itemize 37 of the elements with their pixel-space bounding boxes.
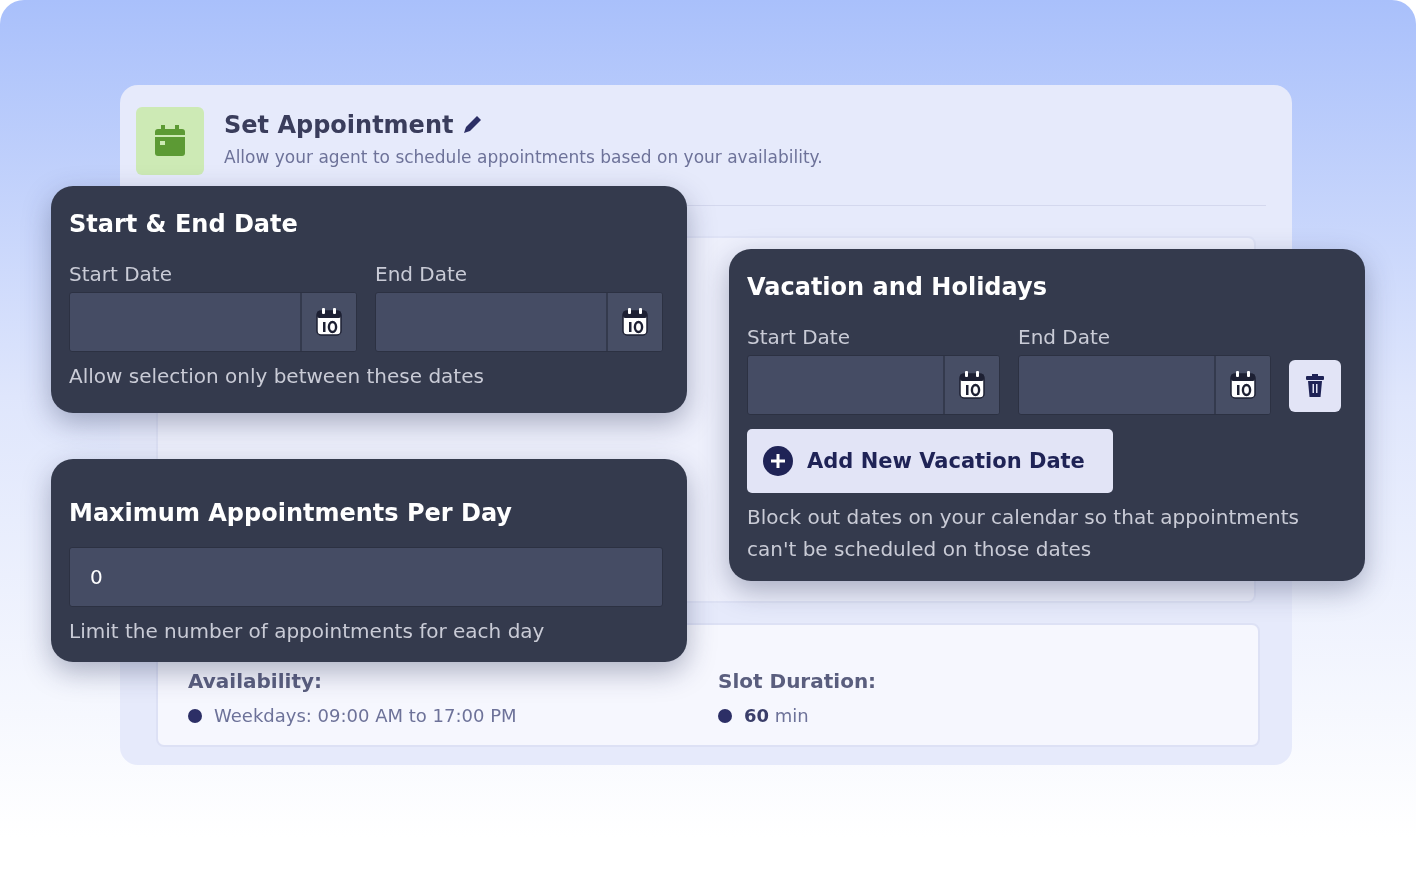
field-label: End Date [375,262,469,286]
calendar-button[interactable] [606,293,662,351]
date-field[interactable] [69,292,357,352]
bullet-icon [718,708,732,723]
add-vacation-button[interactable]: Add New Vacation Date [747,429,1113,493]
bullet-icon [188,708,202,723]
field-label: Start Date [69,262,174,286]
summary-value: Weekdays: 09:00 AM to 17:00 PM [214,705,517,726]
summary-label: Slot Duration: [718,669,878,693]
date-field[interactable] [1018,355,1271,415]
card-title: Start & End Date [69,210,299,238]
field-label: End Date [1018,325,1112,349]
field-label: Start Date [747,325,852,349]
card-description: Allow your agent to schedule appointments based on your availability. [224,147,823,167]
trash-icon [1305,374,1325,398]
calendar-icon [1229,370,1257,400]
pencil-icon[interactable] [461,114,484,136]
card-title: Maximum Appointments Per Day [69,499,513,527]
date-field[interactable] [375,292,663,352]
number-field[interactable]: 0 [69,547,663,607]
calendar-icon [136,107,204,175]
calendar-button[interactable] [1214,356,1270,414]
calendar-button[interactable] [943,356,999,414]
calendar-icon [958,370,986,400]
date-field[interactable] [747,355,1000,415]
field-hint: Block out dates on your calendar so that appointments can't be scheduled on those dates [747,504,1301,563]
calendar-button[interactable] [300,293,356,351]
calendar-icon [621,307,649,337]
card-title: Set Appointment [224,111,454,139]
calendar-icon [315,307,343,337]
summary-label: Availability: [188,669,323,693]
plus-icon [763,446,793,476]
summary-value: 60 min [744,705,809,726]
delete-button[interactable] [1289,360,1341,412]
field-hint: Limit the number of appointments for each day [69,618,546,645]
card-title: Vacation and Holidays [747,273,1048,301]
field-hint: Allow selection only between these dates [69,363,485,390]
